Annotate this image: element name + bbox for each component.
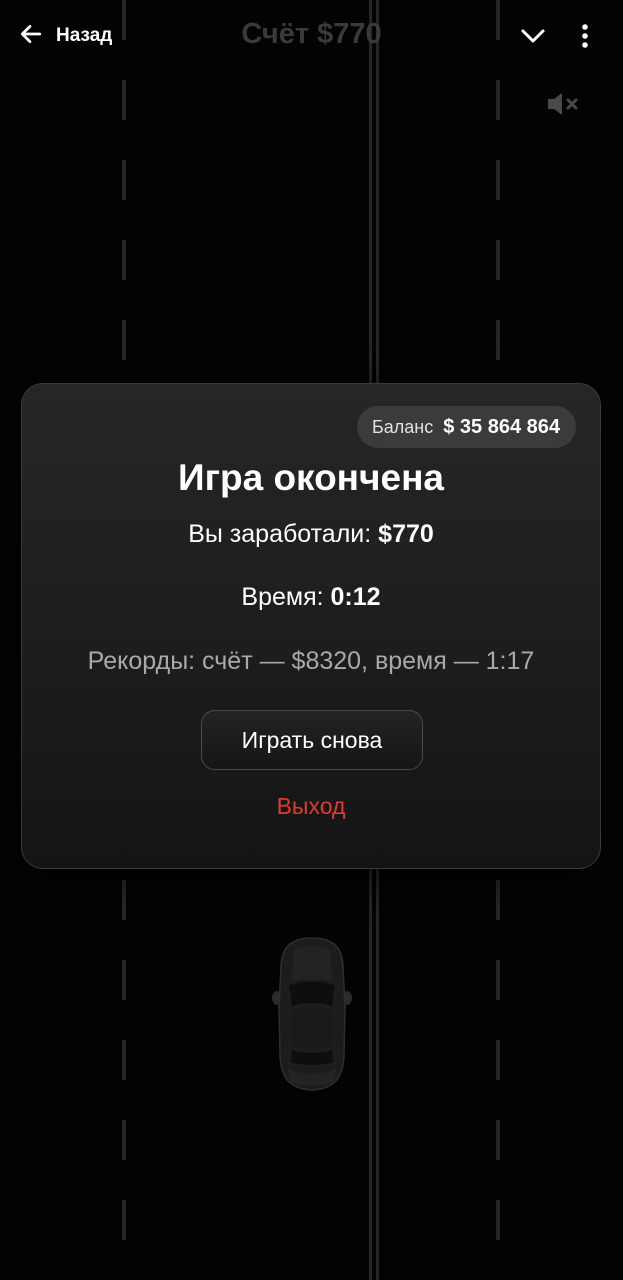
- top-bar: Назад Счёт $770: [0, 0, 623, 72]
- earned-value: $770: [378, 520, 434, 548]
- volume-muted-icon: [548, 93, 578, 115]
- chevron-down-icon: [521, 29, 545, 43]
- earned-label: Вы заработали:: [188, 520, 372, 548]
- time-line: Время: 0:12: [22, 583, 600, 612]
- play-again-button[interactable]: Играть снова: [201, 710, 423, 770]
- records-text: Рекорды: счёт — $8320, время — 1:17: [87, 647, 535, 675]
- game-screen: Назад Счёт $770 Баланс $ 35 864 864 Игра…: [0, 0, 623, 1280]
- time-value: 0:12: [330, 583, 381, 611]
- time-label: Время:: [241, 583, 324, 611]
- balance-badge: Баланс $ 35 864 864: [356, 406, 576, 448]
- balance-value: $ 35 864 864: [443, 415, 560, 438]
- player-car: [272, 936, 352, 1092]
- collapse-button[interactable]: [518, 22, 548, 50]
- sound-toggle-button[interactable]: [546, 90, 580, 118]
- game-over-dialog: Баланс $ 35 864 864 Игра окончена Вы зар…: [21, 383, 601, 869]
- earned-line: Вы заработали: $770: [22, 520, 600, 549]
- balance-label: Баланс: [371, 416, 434, 437]
- dialog-title: Игра окончена: [177, 457, 445, 498]
- exit-button[interactable]: Выход: [22, 793, 600, 820]
- more-vertical-icon: [582, 24, 588, 48]
- more-options-button[interactable]: [574, 20, 596, 52]
